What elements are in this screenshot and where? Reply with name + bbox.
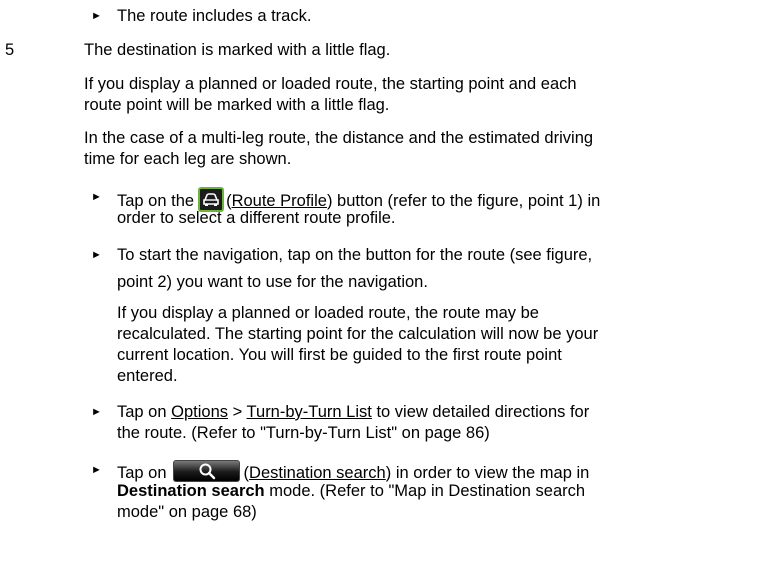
- step-number: 5: [5, 41, 15, 59]
- body-text: The route includes a track.: [117, 7, 312, 25]
- text-run: mode. (Refer to "Map in Destination sear…: [269, 482, 586, 500]
- bullet-marker: ►: [91, 191, 102, 203]
- body-text: current location. You will first be guid…: [117, 346, 562, 364]
- body-text: Tap on Options > Turn-by-Turn List to vi…: [117, 402, 589, 422]
- bullet-marker: ►: [91, 406, 102, 418]
- body-text: In the case of a multi-leg route, the di…: [84, 129, 594, 147]
- text-run: >: [232, 403, 243, 421]
- bullet-marker: ►: [91, 249, 102, 261]
- text-run: Tap on: [117, 464, 167, 482]
- body-text: Tap on (Destination search) in order to v…: [117, 460, 589, 483]
- magnifier-icon: [172, 460, 240, 482]
- text-run: in order to view the map in: [395, 464, 590, 482]
- body-text: If you display a planned or loaded route…: [117, 304, 539, 322]
- text-run: to view detailed directions for: [376, 403, 590, 421]
- body-text: mode" on page 68): [117, 503, 257, 521]
- bullet-marker: ►: [91, 464, 102, 476]
- body-text: The destination is marked with a little …: [84, 41, 391, 59]
- body-text: recalculated. The starting point for the…: [117, 325, 599, 343]
- body-text: the route. (Refer to "Turn-by-Turn List"…: [117, 424, 490, 442]
- body-text: entered.: [117, 367, 178, 385]
- body-text: If you display a planned or loaded route…: [84, 75, 577, 93]
- body-text: order to select a different route profil…: [117, 209, 396, 227]
- bold-term: Destination search: [117, 482, 265, 500]
- body-text: Destination search mode. (Refer to "Map …: [117, 481, 585, 501]
- body-text: time for each leg are shown.: [84, 150, 292, 168]
- options-link[interactable]: Options: [171, 403, 228, 421]
- body-text: point 2) you want to use for the navigat…: [117, 273, 428, 291]
- bullet-marker: ►: [91, 10, 102, 22]
- turn-by-turn-list-link[interactable]: Turn-by-Turn List: [247, 403, 372, 421]
- body-text: To start the navigation, tap on the butt…: [117, 246, 593, 264]
- text-run: Tap on: [117, 403, 167, 421]
- body-text: route point will be marked with a little…: [84, 96, 390, 114]
- destination-search-link[interactable]: Destination search: [249, 464, 386, 482]
